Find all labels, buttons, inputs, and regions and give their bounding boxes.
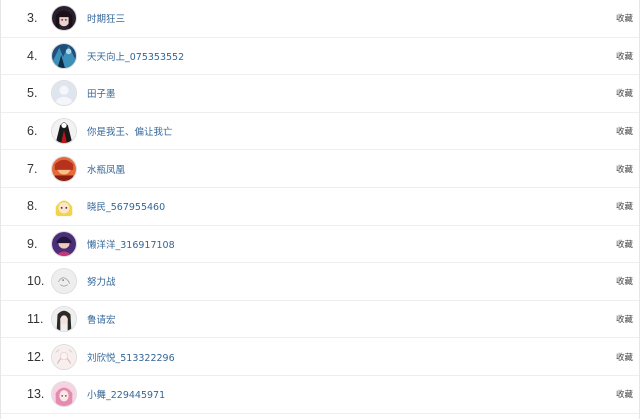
username-link[interactable]: 水瓶凤凰 bbox=[87, 162, 125, 176]
rank-number: 12. bbox=[27, 349, 45, 364]
blonde-anime-avatar-icon[interactable] bbox=[51, 193, 77, 220]
list-item: 10. 努力战 收藏 bbox=[1, 263, 639, 301]
rank-number: 9. bbox=[27, 236, 38, 251]
username-link[interactable]: 晓民_567955460 bbox=[87, 199, 165, 213]
list-item: 8. 晓民_567955460 收藏 bbox=[1, 188, 639, 226]
username-link[interactable]: 天天向上_075353552 bbox=[87, 49, 184, 63]
dark-hair-avatar-icon[interactable] bbox=[51, 306, 77, 333]
purple-character-avatar-icon[interactable] bbox=[51, 230, 77, 257]
list-item: 3. 时期狂三 收藏 bbox=[1, 0, 639, 38]
username-link[interactable]: 努力战 bbox=[87, 274, 116, 288]
username-link[interactable]: 时期狂三 bbox=[87, 11, 125, 25]
rank-number: 5. bbox=[27, 86, 38, 101]
list-item: 9. 懒洋洋_316917108 收藏 bbox=[1, 226, 639, 264]
list-item: 4. 天天向上_075353552 收藏 bbox=[1, 38, 639, 76]
favorite-button[interactable]: 收藏 bbox=[616, 388, 633, 400]
username-link[interactable]: 你是我王、偏让我亡 bbox=[87, 124, 173, 138]
list-item: 5. 田子墨 收藏 bbox=[1, 75, 639, 113]
rank-number: 8. bbox=[27, 199, 38, 214]
favorite-button[interactable]: 收藏 bbox=[616, 125, 633, 137]
pale-illustration-avatar-icon[interactable] bbox=[51, 343, 77, 370]
red-orange-avatar-icon[interactable] bbox=[51, 155, 77, 182]
sketch-drawing-avatar-icon[interactable] bbox=[51, 268, 77, 295]
favorite-button[interactable]: 收藏 bbox=[616, 87, 633, 99]
username-link[interactable]: 田子墨 bbox=[87, 86, 116, 100]
list-item: 11. 鲁请宏 收藏 bbox=[1, 301, 639, 339]
ranking-list: 3. 时期狂三 收藏 4. 天天向上_075353552 收藏 5. 田子墨 收… bbox=[0, 0, 640, 419]
default-user-avatar-icon[interactable] bbox=[51, 80, 77, 107]
list-item: 12. 刘欣悦_513322296 收藏 bbox=[1, 338, 639, 376]
username-link[interactable]: 小舞_229445971 bbox=[87, 387, 165, 401]
favorite-button[interactable]: 收藏 bbox=[616, 351, 633, 363]
rank-number: 6. bbox=[27, 124, 38, 139]
rank-number: 3. bbox=[27, 11, 38, 26]
red-white-figure-avatar-icon[interactable] bbox=[51, 118, 77, 145]
list-item: 13. 小舞_229445971 收藏 bbox=[1, 376, 639, 414]
rank-number: 10. bbox=[27, 274, 45, 289]
rank-number: 4. bbox=[27, 48, 38, 63]
list-item: 7. 水瓶凤凰 收藏 bbox=[1, 150, 639, 188]
anime-girl-dark-avatar-icon[interactable] bbox=[51, 5, 77, 32]
rank-number: 7. bbox=[27, 161, 38, 176]
favorite-button[interactable]: 收藏 bbox=[616, 238, 633, 250]
username-link[interactable]: 鲁请宏 bbox=[87, 312, 116, 326]
favorite-button[interactable]: 收藏 bbox=[616, 12, 633, 24]
favorite-button[interactable]: 收藏 bbox=[616, 200, 633, 212]
favorite-button[interactable]: 收藏 bbox=[616, 275, 633, 287]
blue-abstract-avatar-icon[interactable] bbox=[51, 42, 77, 69]
rank-number: 13. bbox=[27, 387, 45, 402]
favorite-button[interactable]: 收藏 bbox=[616, 50, 633, 62]
favorite-button[interactable]: 收藏 bbox=[616, 163, 633, 175]
username-link[interactable]: 懒洋洋_316917108 bbox=[87, 237, 175, 251]
list-item: 6. 你是我王、偏让我亡 收藏 bbox=[1, 113, 639, 151]
rank-number: 11. bbox=[27, 312, 44, 327]
username-link[interactable]: 刘欣悦_513322296 bbox=[87, 350, 175, 364]
pink-anime-avatar-icon[interactable] bbox=[51, 381, 77, 408]
favorite-button[interactable]: 收藏 bbox=[616, 313, 633, 325]
